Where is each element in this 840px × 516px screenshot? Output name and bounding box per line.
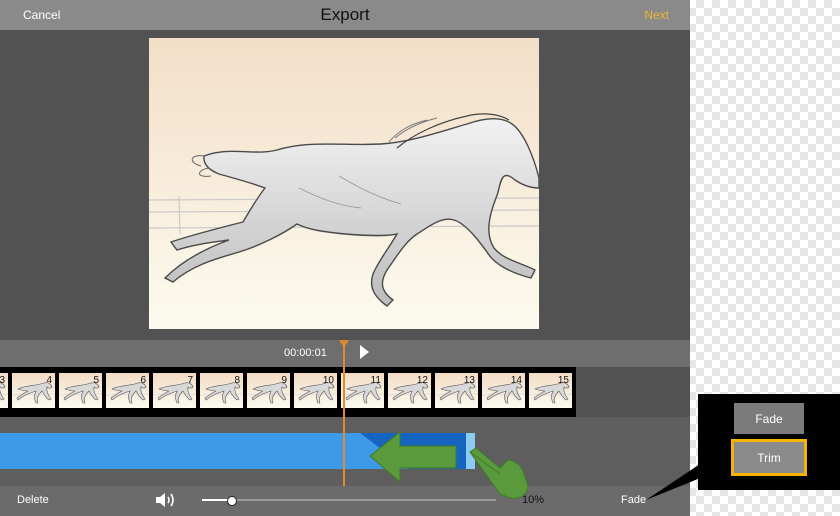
- frame-thumbnail[interactable]: 15: [529, 373, 572, 408]
- volume-percent: 10%: [522, 494, 545, 506]
- frame-number: 4: [46, 375, 52, 386]
- frame-thumbnail[interactable]: 9: [247, 373, 290, 408]
- popup-trim-button[interactable]: Trim: [731, 439, 807, 476]
- frame-thumbnail[interactable]: 8: [200, 373, 243, 408]
- speaker-icon[interactable]: [155, 492, 177, 508]
- frame-number: 8: [234, 375, 240, 386]
- frame-number: 13: [463, 375, 475, 386]
- frame-filmstrip[interactable]: 3 4 5 6 7 8 9 10 11 12 13 14 15: [0, 367, 576, 417]
- frame-thumbnail[interactable]: 13: [435, 373, 478, 408]
- bottom-toolbar: Delete 10% Fade: [0, 486, 690, 516]
- frame-thumbnail[interactable]: 4: [12, 373, 55, 408]
- frame-thumbnail[interactable]: 5: [59, 373, 102, 408]
- frame-number: 12: [416, 375, 428, 386]
- page-title: Export: [320, 5, 370, 24]
- play-icon[interactable]: [360, 345, 369, 359]
- frame-thumbnail[interactable]: 14: [482, 373, 525, 408]
- volume-slider-knob[interactable]: [227, 496, 238, 506]
- frame-number: 15: [557, 375, 569, 386]
- playhead-marker-icon[interactable]: [339, 340, 349, 347]
- frame-thumbnail[interactable]: 3: [0, 373, 8, 408]
- frame-number: 5: [93, 375, 99, 386]
- frame-thumbnail[interactable]: 12: [388, 373, 431, 408]
- horse-sketch-image: [149, 38, 539, 329]
- frame-number: 3: [0, 375, 5, 386]
- frame-number: 14: [510, 375, 522, 386]
- frame-thumbnail[interactable]: 6: [106, 373, 149, 408]
- popup-fade-button[interactable]: Fade: [734, 403, 804, 434]
- app-window: Cancel Export Next 00:00:01 3 4 5 6 7 8 …: [0, 0, 690, 516]
- frame-number: 6: [140, 375, 146, 386]
- frame-thumbnail[interactable]: 10: [294, 373, 337, 408]
- top-bar: Cancel Export Next: [0, 0, 690, 30]
- next-button[interactable]: Next: [644, 8, 669, 22]
- frame-number: 9: [281, 375, 287, 386]
- frame-number: 7: [187, 375, 193, 386]
- frame-number: 10: [322, 375, 334, 386]
- frame-thumbnail[interactable]: 11: [341, 373, 384, 408]
- timecode: 00:00:01: [284, 347, 327, 359]
- video-preview: [149, 38, 539, 329]
- volume-slider[interactable]: [202, 496, 496, 506]
- clip-track: [0, 417, 690, 486]
- fade-trim-popup: Fade Trim: [698, 394, 840, 490]
- playhead[interactable]: [343, 340, 345, 486]
- fade-button[interactable]: Fade: [621, 494, 646, 506]
- delete-button[interactable]: Delete: [17, 494, 49, 506]
- frame-number: 11: [370, 375, 381, 386]
- frame-thumbnail[interactable]: 7: [153, 373, 196, 408]
- trim-handle[interactable]: [466, 433, 475, 469]
